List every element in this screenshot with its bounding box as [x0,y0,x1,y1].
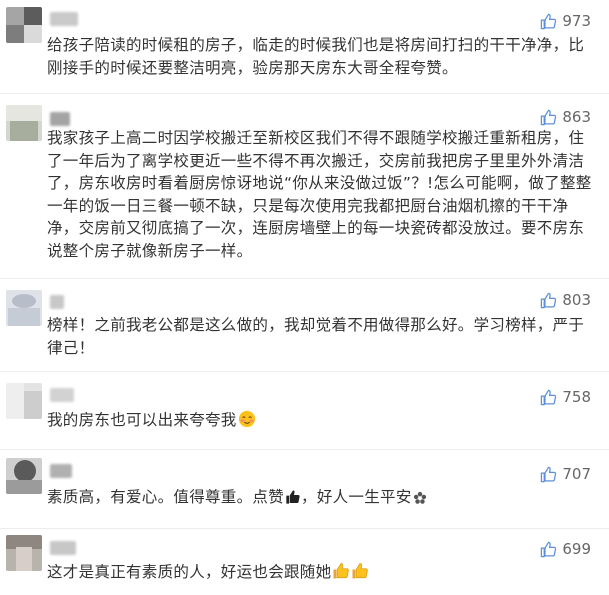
avatar[interactable] [6,7,42,43]
comment-item: 707 素质高，有爱心。值得尊重。点赞 ，好人一生平安 [0,456,609,516]
comment-item: 863 我家孩子上高二时因学校搬迁至新校区我们不得不跟随学校搬迁重新租房，住了一… [0,100,609,270]
divider [0,371,609,372]
thumbs-up-icon [541,541,557,557]
username-blurred[interactable] [50,112,70,126]
like-button[interactable]: 803 [540,291,591,309]
comment-text-body: 素质高，有爱心。值得尊重。点赞 [47,488,285,506]
comment-text: 给孩子陪读的时候租的房子，临走的时候我们也是将房间打扫的干干净净，比刚接手的时候… [47,36,585,77]
comment-item: 699 这才是真正有素质的人，好运也会跟随她 [0,535,609,595]
like-count: 973 [562,12,591,30]
like-count: 699 [562,540,591,558]
avatar[interactable] [6,458,42,494]
avatar[interactable] [6,383,42,419]
username-blurred[interactable] [50,12,78,26]
like-count: 707 [562,465,591,483]
blush-face-icon [238,410,256,435]
comment-text-body: 我的房东也可以出来夸夸我 [47,411,237,429]
comment-text: 我家孩子上高二时因学校搬迁至新校区我们不得不跟随学校搬迁重新租房，住了一年后为了… [47,129,592,260]
divider [0,449,609,450]
comment-text: 素质高，有爱心。值得尊重。点赞 ，好人一生平安 [47,486,595,512]
comment-text: 我的房东也可以出来夸夸我 [47,409,595,435]
like-count: 758 [562,388,591,406]
comment-item: 803 榜样！之前我老公都是这么做的，我却觉着不用做得那么好。学习榜样，严于律己… [0,285,609,365]
comment-text: 这才是真正有素质的人，好运也会跟随她 [47,561,595,587]
avatar[interactable] [6,105,42,141]
like-button[interactable]: 973 [540,12,591,30]
thumbs-up-dark-icon [285,489,301,512]
like-count: 803 [562,291,591,309]
thumbs-up-icon [541,389,557,405]
like-button[interactable]: 758 [540,388,591,406]
avatar[interactable] [6,290,42,326]
avatar[interactable] [6,535,42,571]
username-blurred[interactable] [50,464,72,478]
like-button[interactable]: 699 [540,540,591,558]
thumbs-up-icon [541,466,557,482]
like-count: 863 [562,108,591,126]
thumbs-up-icon [332,562,350,587]
comment-text-tail: ，好人一生平安 [301,488,412,506]
comment-text-body: 这才是真正有素质的人，好运也会跟随她 [47,563,332,581]
like-button[interactable]: 863 [540,108,591,126]
username-blurred[interactable] [50,541,76,555]
divider [0,278,609,279]
divider [0,528,609,529]
like-button[interactable]: 707 [540,465,591,483]
flower-icon [413,489,427,512]
username-blurred[interactable] [50,295,64,309]
thumbs-up-icon [541,109,557,125]
thumbs-up-icon [541,13,557,29]
comment-text: 榜样！之前我老公都是这么做的，我却觉着不用做得那么好。学习榜样，严于律己！ [47,316,585,357]
thumbs-up-icon [351,562,369,587]
comment-item: 758 我的房东也可以出来夸夸我 [0,378,609,438]
comment-item: 973 给孩子陪读的时候租的房子，临走的时候我们也是将房间打扫的干干净净，比刚接… [0,0,609,84]
thumbs-up-icon [541,292,557,308]
username-blurred[interactable] [50,388,74,402]
divider [0,93,609,94]
